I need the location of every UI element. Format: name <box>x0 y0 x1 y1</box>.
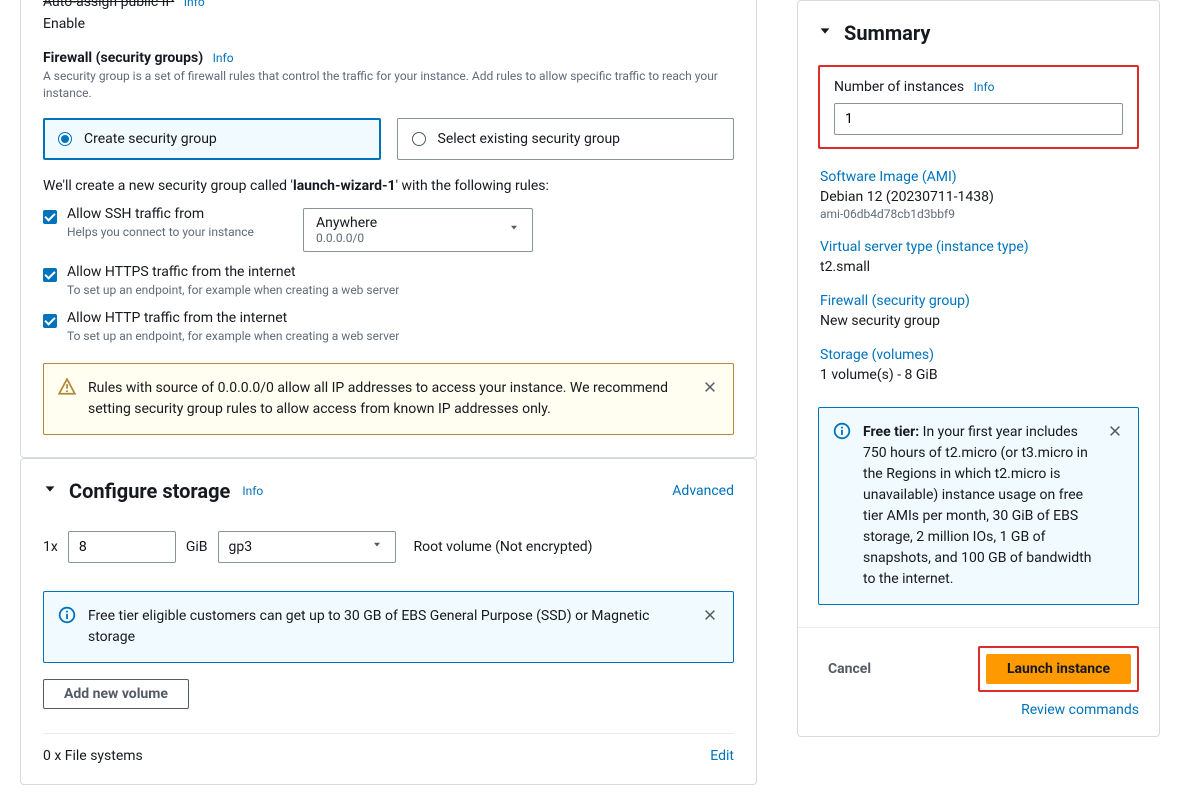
chevron-down-icon <box>508 222 520 238</box>
summary-free-tier-info: Free tier: In your first year includes 7… <box>818 407 1139 605</box>
select-sg-toggle[interactable]: Select existing security group <box>397 118 735 160</box>
allow-https-checkbox[interactable] <box>43 268 57 282</box>
firewall-description: A security group is a set of firewall ru… <box>43 68 734 102</box>
info-link-storage[interactable]: Info <box>242 484 263 498</box>
summary-instance-type-label[interactable]: Virtual server type (instance type) <box>820 239 1137 255</box>
summary-firewall-val: New security group <box>820 313 1137 329</box>
allow-https-sub: To set up an endpoint, for example when … <box>67 282 734 299</box>
caret-down-icon <box>818 24 832 42</box>
info-link-auto-assign[interactable]: Info <box>184 0 205 9</box>
firewall-heading-row: Firewall (security groups) Info <box>43 50 734 66</box>
review-commands-link[interactable]: Review commands <box>1021 702 1139 718</box>
allow-https-label: Allow HTTPS traffic from the internet <box>67 264 734 280</box>
info-icon <box>58 606 76 628</box>
summary-ami-label[interactable]: Software Image (AMI) <box>820 169 1137 185</box>
auto-assign-row: Auto-assign public IP Info <box>43 0 734 10</box>
file-systems-count: 0 x File systems <box>43 748 143 764</box>
radio-icon <box>58 132 72 146</box>
allow-ssh-checkbox[interactable] <box>43 210 57 224</box>
launch-instance-button[interactable]: Launch instance <box>986 654 1131 684</box>
storage-section-toggle[interactable]: Configure storage Info <box>43 479 263 503</box>
radio-icon <box>412 132 426 146</box>
close-info-button[interactable] <box>701 606 719 628</box>
auto-assign-value: Enable <box>43 16 734 32</box>
storage-advanced-link[interactable]: Advanced <box>672 483 734 499</box>
summary-storage-val: 1 volume(s) - 8 GiB <box>820 367 1137 383</box>
num-instances-input[interactable] <box>834 103 1123 135</box>
caret-down-icon <box>43 482 57 500</box>
summary-ami-name: Debian 12 (20230711-1438) <box>820 189 1137 205</box>
add-volume-button[interactable]: Add new volume <box>43 679 189 709</box>
num-instances-label-row: Number of instances Info <box>834 79 1123 95</box>
close-warning-button[interactable] <box>701 378 719 400</box>
close-free-tier-button[interactable] <box>1106 422 1124 444</box>
allow-http-sub: To set up an endpoint, for example when … <box>67 328 734 345</box>
allow-http-label: Allow HTTP traffic from the internet <box>67 310 734 326</box>
summary-toggle[interactable]: Summary <box>818 21 1139 45</box>
summary-instance-type: t2.small <box>820 259 1137 275</box>
volume-size-input[interactable] <box>68 531 176 563</box>
allow-http-checkbox[interactable] <box>43 314 57 328</box>
create-sg-toggle[interactable]: Create security group <box>43 118 381 160</box>
warning-icon <box>58 378 76 400</box>
chevron-down-icon <box>371 539 383 555</box>
firewall-warning: Rules with source of 0.0.0.0/0 allow all… <box>43 363 734 435</box>
volume-type-select[interactable]: gp3 <box>218 531 396 563</box>
volume-count: 1x <box>43 539 58 555</box>
info-link-num-instances[interactable]: Info <box>974 80 995 94</box>
info-link-firewall[interactable]: Info <box>213 51 234 65</box>
ssh-source-select[interactable]: Anywhere 0.0.0.0/0 <box>303 208 533 252</box>
summary-storage-label[interactable]: Storage (volumes) <box>820 347 1137 363</box>
summary-ami-id: ami-06db4d78cb1d3bbf9 <box>820 207 1137 221</box>
volume-size-unit: GiB <box>186 539 208 555</box>
file-systems-edit-link[interactable]: Edit <box>710 748 734 764</box>
summary-firewall-label[interactable]: Firewall (security group) <box>820 293 1137 309</box>
cancel-button[interactable]: Cancel <box>818 655 881 683</box>
allow-ssh-sub: Helps you connect to your instance <box>67 224 279 241</box>
new-sg-msg: We'll create a new security group called… <box>43 178 734 194</box>
info-icon <box>833 422 851 444</box>
allow-ssh-label: Allow SSH traffic from <box>67 206 279 222</box>
storage-free-tier-info: Free tier eligible customers can get up … <box>43 591 734 663</box>
root-volume-desc: Root volume (Not encrypted) <box>414 539 593 555</box>
